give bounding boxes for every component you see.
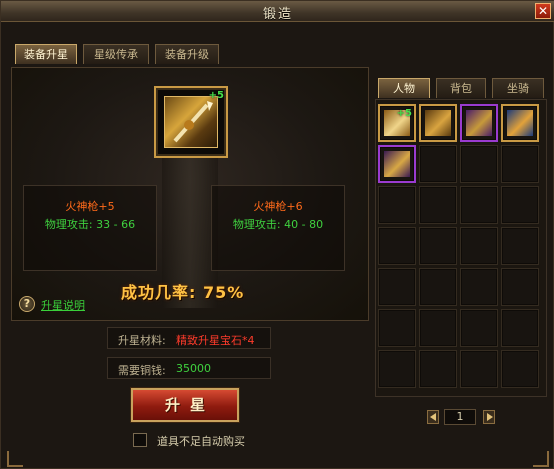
next-item-stat: 物理攻击: 40 - 80	[232, 218, 324, 231]
next-item-name: 火神枪+6	[253, 200, 303, 213]
gold-claw-icon	[425, 110, 451, 136]
prev-page-button[interactable]	[427, 410, 439, 424]
arrow-left-icon	[430, 413, 436, 421]
inventory-slot[interactable]	[501, 227, 539, 265]
tab-character[interactable]: 人物	[378, 78, 430, 98]
inventory-slot[interactable]	[378, 350, 416, 388]
inventory-slot[interactable]	[501, 309, 539, 347]
next-page-button[interactable]	[483, 410, 495, 424]
tab-mount[interactable]: 坐骑	[492, 78, 544, 98]
success-rate: 成功几率: 75%	[121, 283, 245, 302]
tab-equip-upgrade[interactable]: 装备升级	[155, 44, 219, 64]
inventory-slot[interactable]	[460, 227, 498, 265]
title-bar: 锻造 ✕	[1, 1, 554, 22]
tab-bag[interactable]: 背包	[436, 78, 486, 98]
inventory-slot[interactable]	[419, 268, 457, 306]
inventory-slot[interactable]	[460, 186, 498, 224]
inventory-slot[interactable]	[501, 145, 539, 183]
page-number: 1	[444, 409, 476, 425]
current-item-name: 火神枪+5	[65, 200, 115, 213]
material-row: 升星材料: 精致升星宝石*4	[107, 327, 271, 349]
close-icon: ✕	[537, 4, 549, 18]
purple-gauntlet-icon	[384, 151, 410, 177]
blue-helmet-icon	[507, 110, 533, 136]
window-title: 锻造	[262, 7, 293, 22]
auto-buy-label: 道具不足自动购买	[157, 435, 245, 448]
forge-window: 锻造 ✕ 装备升星 星级传承 装备升级 +5 火神枪+5 物理攻击: 33 - …	[0, 0, 554, 469]
enhance-badge: +5	[396, 108, 412, 119]
inventory-slot[interactable]	[419, 145, 457, 183]
purple-helmet-icon	[466, 110, 492, 136]
corner-ornament	[7, 451, 23, 467]
help-icon[interactable]: ?	[19, 296, 35, 312]
material-value: 精致升星宝石*4	[176, 334, 255, 347]
inventory-slot[interactable]	[419, 104, 457, 142]
inventory-slot[interactable]	[460, 309, 498, 347]
inventory-slot[interactable]	[460, 350, 498, 388]
inventory-slot[interactable]	[501, 350, 539, 388]
inventory-slot[interactable]	[419, 227, 457, 265]
inventory-slot[interactable]	[378, 145, 416, 183]
inventory-slot[interactable]	[419, 350, 457, 388]
inventory-slot[interactable]	[419, 186, 457, 224]
cost-label: 需要铜钱:	[118, 364, 166, 377]
inventory-slot[interactable]	[501, 186, 539, 224]
inventory-slot[interactable]	[378, 309, 416, 347]
material-label: 升星材料:	[118, 334, 166, 347]
enhance-badge: +5	[208, 90, 224, 101]
tab-star-inherit[interactable]: 星级传承	[83, 44, 149, 64]
auto-buy-checkbox[interactable]	[133, 433, 147, 447]
main-item-slot[interactable]: +5	[154, 86, 228, 158]
inventory-slot[interactable]	[501, 104, 539, 142]
inventory-slot[interactable]	[460, 104, 498, 142]
star-up-button[interactable]: 升星	[131, 388, 239, 422]
gold-spear-icon	[164, 96, 218, 148]
current-item-stat: 物理攻击: 33 - 66	[44, 218, 136, 231]
inventory-slot[interactable]: +5	[378, 104, 416, 142]
close-button[interactable]: ✕	[535, 3, 551, 19]
inventory-slot[interactable]	[378, 268, 416, 306]
cost-value: 35000	[176, 362, 211, 375]
star-up-help-link[interactable]: 升星说明	[41, 297, 85, 313]
tab-equip-star-up[interactable]: 装备升星	[15, 44, 77, 64]
arrow-right-icon	[487, 413, 493, 421]
inventory-slot[interactable]	[460, 268, 498, 306]
current-stats-box: 火神枪+5 物理攻击: 33 - 66	[23, 185, 157, 271]
cost-row: 需要铜钱: 35000	[107, 357, 271, 379]
next-stats-box: 火神枪+6 物理攻击: 40 - 80	[211, 185, 345, 271]
inventory-slot[interactable]	[501, 268, 539, 306]
inventory-slot[interactable]	[378, 186, 416, 224]
inventory-slot[interactable]	[419, 309, 457, 347]
inventory-slot[interactable]	[378, 227, 416, 265]
corner-ornament	[533, 451, 549, 467]
inventory-slot[interactable]	[460, 145, 498, 183]
